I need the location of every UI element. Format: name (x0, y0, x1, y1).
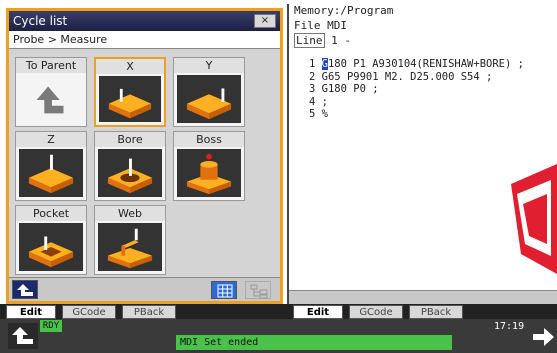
cycle-bore[interactable]: Bore (94, 131, 166, 201)
cycle-label: X (96, 59, 164, 74)
return-button[interactable] (8, 323, 38, 349)
line-row: Line 1 - (294, 33, 557, 48)
line-label: Line (294, 33, 325, 48)
line-code: ; (321, 95, 328, 108)
probe-bore-icon (98, 149, 162, 197)
cycle-label: Y (174, 58, 244, 73)
program-header: Memory:/Program File MDI Line 1 - (289, 4, 557, 48)
watermark-stamp (511, 164, 557, 274)
tab-pback[interactable]: PBack (409, 305, 463, 319)
dialog-title-bar: Cycle list × (9, 11, 280, 31)
grid-view-button[interactable] (211, 281, 237, 299)
right-tab-bar: Edit GCode PBack (287, 304, 557, 319)
clock: 17:19 (494, 321, 525, 332)
cycle-z[interactable]: Z (15, 131, 87, 201)
dialog-toolbar (9, 277, 280, 301)
back-button[interactable] (12, 280, 38, 299)
program-panel: Memory:/Program File MDI Line 1 - 1 G180… (287, 4, 557, 304)
line-number: 5 (309, 108, 316, 120)
line-value: 1 - (331, 34, 351, 47)
cycle-boss[interactable]: Boss (173, 131, 245, 201)
line-number: 1 (309, 58, 316, 70)
status-message: MDI Set ended (176, 335, 452, 350)
probe-pocket-icon (19, 223, 83, 271)
tab-edit[interactable]: Edit (6, 305, 56, 319)
next-button[interactable] (530, 325, 556, 349)
probe-boss-icon (177, 149, 241, 197)
line-code: % (321, 108, 328, 120)
line-code: 180 P1 A930104(RENISHAW+BORE) ; (327, 58, 524, 70)
cycle-label: To Parent (16, 58, 86, 73)
line-code: G65 P9901 M2. D25.000 S54 ; (321, 70, 493, 83)
program-path: Memory:/Program (294, 4, 394, 17)
program-line[interactable]: 3 G180 P0 ; (309, 83, 524, 96)
program-line[interactable]: 1 G180 P1 A930104(RENISHAW+BORE) ; (309, 58, 524, 71)
cycle-web[interactable]: Web (94, 205, 166, 275)
tab-pback[interactable]: PBack (122, 305, 176, 319)
cycle-label: Z (16, 132, 86, 147)
breadcrumb: Probe > Measure (9, 31, 280, 49)
tab-gcode[interactable]: GCode (62, 305, 116, 319)
file-value: MDI (327, 19, 347, 32)
line-number: 4 (309, 95, 316, 108)
program-editor[interactable]: 1 G180 P1 A930104(RENISHAW+BORE) ; 2 G65… (309, 58, 524, 121)
program-line[interactable]: 4 ; (309, 96, 524, 109)
cycle-y[interactable]: Y (173, 57, 245, 127)
cycle-label: Bore (95, 132, 165, 147)
probe-y-icon (177, 75, 241, 123)
line-number: 3 (309, 83, 316, 95)
file-label: File (294, 19, 321, 32)
file-row: File MDI (294, 19, 557, 32)
probe-z-icon (19, 149, 83, 197)
probe-x-icon (99, 76, 161, 122)
return-arrow-icon (12, 327, 33, 344)
return-arrow-icon (17, 284, 33, 296)
cycle-label: Boss (174, 132, 244, 147)
status-bar: RDY MDI Set ended 17:19 (0, 319, 557, 353)
return-arrow-icon (19, 75, 83, 123)
program-line[interactable]: 2 G65 P9901 M2. D25.000 S54 ; (309, 71, 524, 84)
dialog-title: Cycle list (13, 14, 68, 28)
cycle-pocket[interactable]: Pocket (15, 205, 87, 275)
line-number: 2 (309, 70, 316, 83)
cycle-label: Web (95, 206, 165, 221)
forward-arrow-icon (533, 328, 554, 346)
close-button[interactable]: × (254, 14, 276, 28)
probe-web-icon (98, 223, 162, 271)
left-tab-bar: Edit GCode PBack (0, 304, 287, 319)
cycle-to-parent[interactable]: To Parent (15, 57, 87, 127)
horizontal-scrollbar[interactable] (289, 290, 557, 304)
tab-gcode[interactable]: GCode (349, 305, 403, 319)
tree-view-button[interactable] (245, 281, 271, 299)
tab-edit[interactable]: Edit (293, 305, 343, 319)
program-line[interactable]: 5 % (309, 108, 524, 121)
tree-icon (250, 284, 268, 299)
cycle-x[interactable]: X (94, 57, 166, 127)
ready-indicator: RDY (40, 320, 62, 332)
grid-icon (217, 284, 233, 298)
cycle-label: Pocket (16, 206, 86, 221)
cycle-list-dialog: Cycle list × Probe > Measure To Parent X… (6, 8, 283, 304)
line-code: G180 P0 ; (321, 83, 379, 95)
